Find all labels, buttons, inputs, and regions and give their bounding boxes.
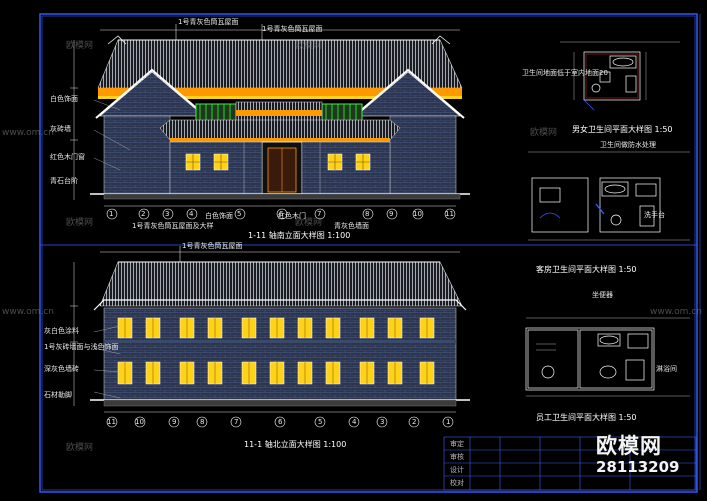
watermark-site-1: www.om.cn <box>2 128 54 138</box>
bath-plan-c-title: 员工卫生间平面大样图 1:50 <box>536 413 637 422</box>
back-axis-9: 3 <box>380 418 385 426</box>
bath-note-5: 淋浴间 <box>656 365 677 373</box>
front-note-3: 红色木门窗 <box>50 153 85 161</box>
title-block-label-3: 设计 <box>450 466 464 474</box>
front-top-label-1: 1号青灰色筒瓦屋面 <box>178 18 239 26</box>
back-axis-2: 10 <box>135 418 144 426</box>
watermark-brand-5: 欧模网 <box>66 443 94 453</box>
front-axis-8: 8 <box>365 210 370 218</box>
watermark-brand-2: 欧模网 <box>295 41 323 51</box>
back-note-3: 深灰色墙砖 <box>44 365 79 373</box>
front-axis-2: 2 <box>141 210 146 218</box>
front-axis-3: 3 <box>165 210 170 218</box>
back-note-1: 灰白色涂料 <box>44 327 79 335</box>
back-axis-1: 11 <box>107 418 116 426</box>
front-bottom-label-1: 1号青灰色筒瓦屋面及大样 <box>132 222 214 230</box>
bath-plan-b-title: 客房卫生间平面大样图 1:50 <box>536 265 637 274</box>
front-axis-10: 10 <box>413 210 422 218</box>
watermark-brand-3: 欧模网 <box>66 218 94 228</box>
front-bottom-label-4: 青灰色墙面 <box>334 222 369 230</box>
title-block-label-4: 校对 <box>450 479 464 487</box>
front-bottom-label-2: 白色饰面 <box>205 212 233 220</box>
bath-note-2: 卫生间做防水处理 <box>600 141 656 149</box>
back-top-label: 1号青灰色筒瓦屋面 <box>182 242 243 250</box>
front-axis-4: 4 <box>189 210 194 218</box>
back-axis-6: 6 <box>278 418 283 426</box>
watermark-site-2: www.om.cn <box>2 307 54 317</box>
bath-plan-a-title: 男女卫生间平面大样图 1:50 <box>572 125 673 134</box>
front-axis-9: 9 <box>389 210 394 218</box>
front-axis-5: 5 <box>237 210 242 218</box>
watermark-brand-1: 欧模网 <box>66 41 94 51</box>
bath-note-4: 坐便器 <box>592 291 613 299</box>
back-axis-7: 5 <box>318 418 323 426</box>
brand-logo-id: 28113209 <box>596 458 680 476</box>
front-note-1: 白色饰面 <box>50 95 78 103</box>
back-axis-11: 1 <box>446 418 451 426</box>
back-elevation <box>70 246 470 413</box>
front-axis-7: 7 <box>317 210 322 218</box>
bath-note-1: 卫生间地面低于室内地面20 <box>522 69 608 77</box>
back-axis-5: 7 <box>234 418 239 426</box>
bath-plan-c <box>525 317 690 397</box>
brand-logo: 欧模网 <box>596 434 662 458</box>
front-top-label-2: 1号青灰色筒瓦屋面 <box>262 25 323 33</box>
back-axis-10: 2 <box>412 418 417 426</box>
front-note-4: 青石台阶 <box>50 177 78 185</box>
watermark-brand-6: 欧模网 <box>530 128 558 138</box>
front-axis-11: 11 <box>445 210 454 218</box>
front-axis-6: 6 <box>279 210 284 218</box>
title-block-label-2: 审核 <box>450 453 464 461</box>
back-note-2: 1号灰砖墙面与浅色饰面 <box>44 343 119 351</box>
back-axis-3: 9 <box>172 418 177 426</box>
front-elevation <box>70 24 470 207</box>
front-note-2: 灰砖墙 <box>50 125 71 133</box>
front-axis-1: 1 <box>109 210 114 218</box>
bath-note-3: 洗手台 <box>644 211 665 219</box>
title-block-label-1: 审定 <box>450 440 464 448</box>
bath-plan-b <box>528 151 690 241</box>
back-note-4: 石材勒脚 <box>44 391 72 399</box>
back-axis-4: 8 <box>200 418 205 426</box>
back-axis-8: 4 <box>352 418 357 426</box>
watermark-site-3: www.om.cn <box>650 307 702 317</box>
back-elevation-title: 11-1 轴北立面大样图 1:100 <box>244 440 347 449</box>
front-elevation-title: 1-11 轴南立面大样图 1:100 <box>248 231 351 240</box>
